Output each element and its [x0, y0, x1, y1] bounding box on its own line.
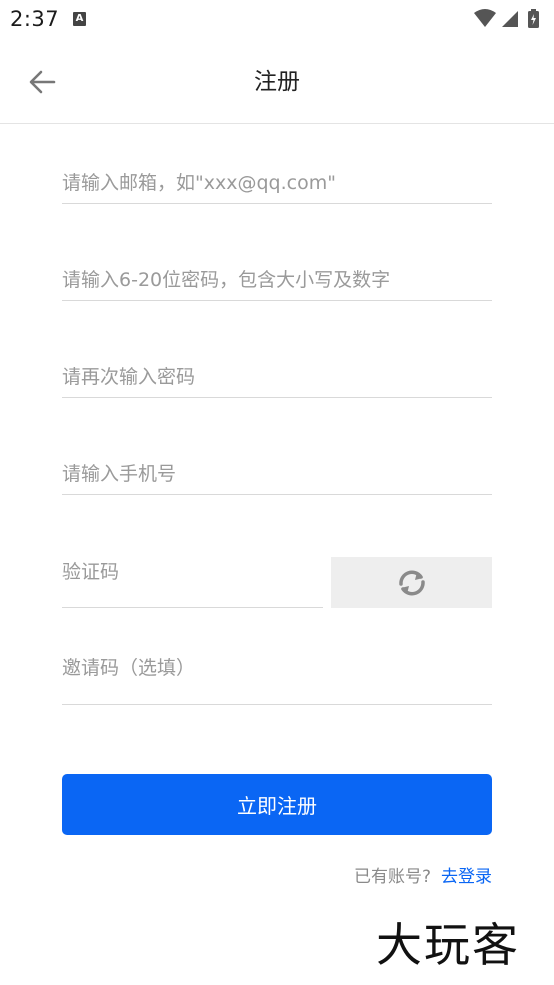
register-button[interactable]: 立即注册 — [62, 774, 492, 835]
status-icons — [472, 7, 546, 31]
phone-field[interactable] — [62, 455, 492, 495]
login-row: 已有账号? 去登录 — [353, 862, 492, 887]
confirm-password-field[interactable] — [62, 358, 492, 398]
signal-icon — [502, 11, 518, 27]
notification-a-letter: A — [75, 13, 84, 24]
wifi-icon — [474, 9, 496, 27]
status-time: 2:37 — [10, 7, 60, 31]
refresh-icon — [398, 570, 425, 595]
password-field[interactable] — [62, 261, 492, 301]
watermark-logo: 大玩客 — [376, 918, 520, 972]
have-account-text: 已有账号? — [353, 866, 431, 887]
back-button[interactable] — [22, 62, 62, 102]
notification-a-icon: A — [73, 12, 86, 26]
phone-input[interactable] — [62, 455, 492, 493]
login-link[interactable]: 去登录 — [441, 862, 492, 887]
status-bar: 2:37 A — [0, 0, 554, 40]
email-input[interactable] — [62, 164, 492, 202]
captcha-refresh-button[interactable] — [331, 557, 492, 608]
battery-icon — [528, 9, 539, 28]
arrow-left-icon — [29, 70, 56, 94]
captcha-field[interactable] — [62, 552, 323, 608]
confirm-password-input[interactable] — [62, 358, 492, 396]
email-field[interactable] — [62, 164, 492, 204]
page-title: 注册 — [254, 69, 300, 95]
invite-code-input[interactable] — [62, 648, 492, 688]
app-bar: 注册 — [0, 40, 554, 124]
invite-code-field[interactable] — [62, 648, 492, 705]
captcha-input[interactable] — [62, 552, 323, 592]
password-input[interactable] — [62, 261, 492, 299]
